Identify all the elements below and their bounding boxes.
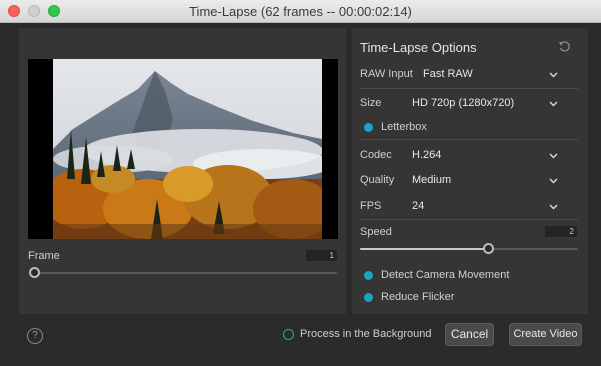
chevron-down-icon[interactable] — [549, 151, 558, 160]
help-icon[interactable]: ? — [27, 328, 43, 344]
window-title: Time-Lapse (62 frames -- 00:00:02:14) — [189, 4, 412, 19]
create-video-button[interactable]: Create Video — [509, 323, 582, 346]
frame-label: Frame — [28, 250, 60, 262]
chevron-down-icon[interactable] — [549, 202, 558, 211]
speed-slider-fill — [360, 248, 488, 250]
raw-input-select[interactable]: Fast RAW — [423, 68, 473, 80]
reduce-flicker-label: Reduce Flicker — [381, 291, 455, 303]
frame-slider-thumb[interactable] — [29, 267, 40, 278]
divider — [360, 88, 578, 89]
title-bar: Time-Lapse (62 frames -- 00:00:02:14) — [0, 0, 601, 23]
codec-label: Codec — [360, 149, 392, 161]
frame-slider-track[interactable] — [35, 272, 337, 274]
fps-select[interactable]: 24 — [412, 200, 424, 212]
preview-image — [53, 59, 322, 239]
detect-camera-movement-checkbox[interactable] — [364, 271, 373, 280]
speed-value: 2 — [545, 226, 577, 237]
speed-label: Speed — [360, 226, 392, 238]
size-select[interactable]: HD 720p (1280x720) — [412, 97, 514, 109]
quality-select[interactable]: Medium — [412, 174, 451, 186]
reset-icon[interactable] — [558, 40, 571, 53]
preview-panel: Frame 1 — [19, 28, 346, 314]
divider — [360, 219, 578, 220]
detect-camera-movement-label: Detect Camera Movement — [381, 269, 510, 281]
frame-number: 1 — [306, 250, 337, 261]
options-panel: Time-Lapse Options RAW Input Fast RAW Si… — [352, 28, 588, 314]
chevron-down-icon[interactable] — [549, 70, 558, 79]
speed-slider-thumb[interactable] — [483, 243, 494, 254]
options-title: Time-Lapse Options — [360, 40, 477, 55]
chevron-down-icon[interactable] — [549, 176, 558, 185]
raw-input-label: RAW Input — [360, 68, 413, 80]
preview-viewport — [28, 59, 338, 239]
fps-label: FPS — [360, 200, 382, 212]
reduce-flicker-checkbox[interactable] — [364, 293, 373, 302]
codec-select[interactable]: H.264 — [412, 149, 441, 161]
chevron-down-icon[interactable] — [549, 99, 558, 108]
quality-label: Quality — [360, 174, 395, 186]
letterbox-label: Letterbox — [381, 121, 427, 133]
cancel-button[interactable]: Cancel — [445, 323, 494, 346]
size-label: Size — [360, 97, 382, 109]
process-background-checkbox[interactable] — [283, 329, 294, 340]
divider — [360, 139, 578, 140]
process-background-label: Process in the Background — [300, 328, 432, 340]
letterbox-checkbox[interactable] — [364, 123, 373, 132]
